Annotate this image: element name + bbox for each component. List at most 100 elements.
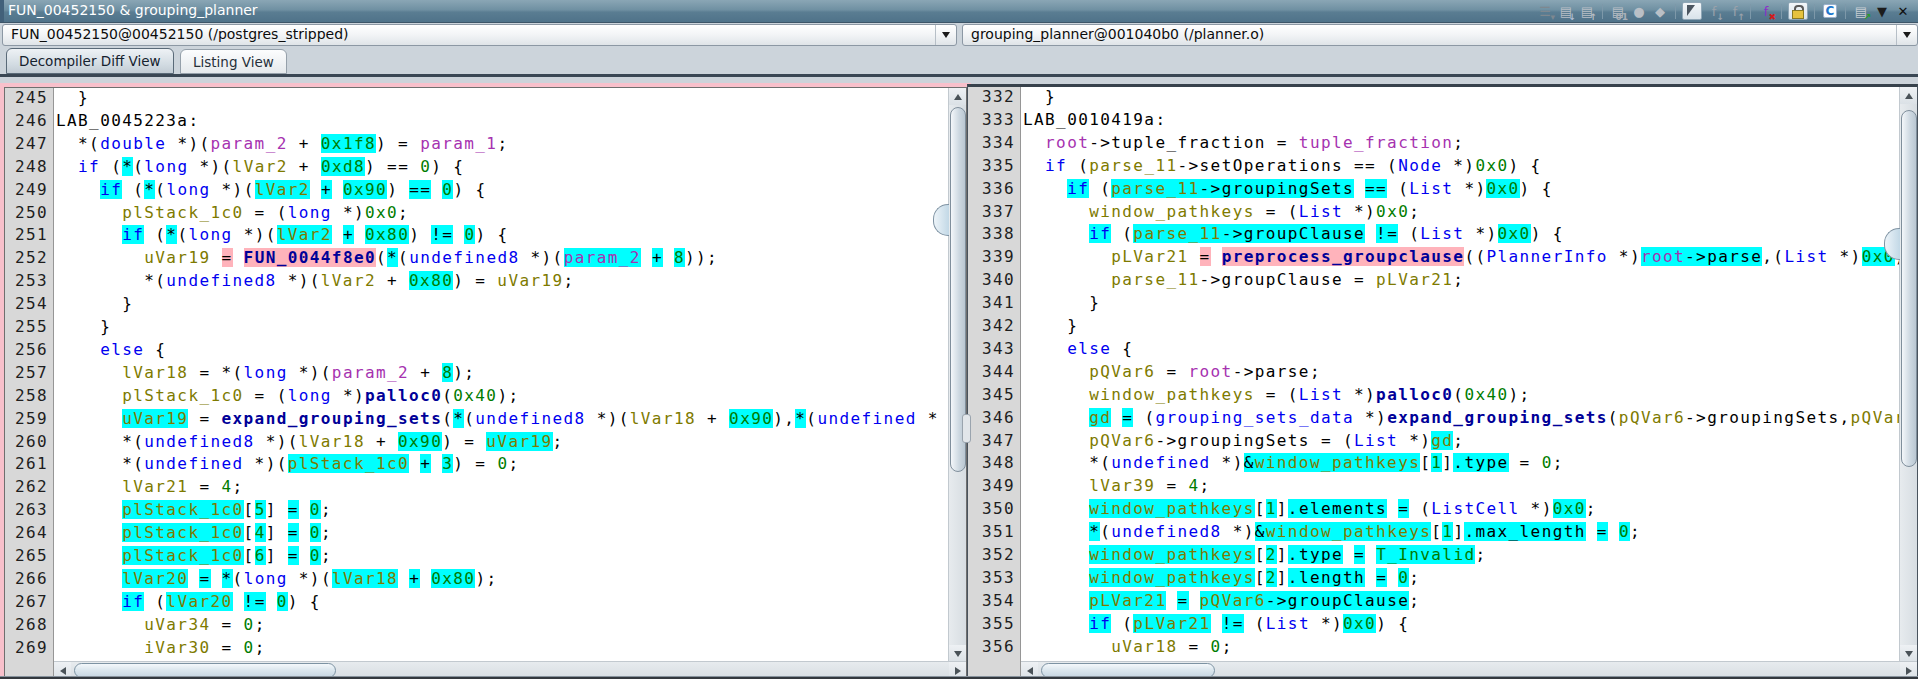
vertical-scrollbar-thumb[interactable]	[1901, 110, 1917, 467]
code-line[interactable]: window_pathkeys[1].elements = (ListCell …	[1023, 497, 1597, 520]
code-line[interactable]: if (*(long *)(lVar2 + 0x90) == 0) {	[56, 178, 486, 201]
vertical-scrollbar[interactable]	[1899, 87, 1917, 662]
code-line[interactable]: root->tuple_fraction = tuple_fraction;	[1023, 131, 1464, 154]
code-line[interactable]: if (lVar20 != 0) {	[56, 590, 321, 613]
code-line[interactable]: if (*(long *)(lVar2 + 0x80) != 0) {	[56, 223, 509, 246]
cursor-tool-icon[interactable]	[1682, 2, 1702, 20]
line-number: 250	[15, 201, 48, 224]
code-line[interactable]: *(undefined *)(plStack_1c0 + 3) = 0;	[56, 452, 520, 475]
chevron-down-icon[interactable]	[1896, 25, 1917, 45]
code-line[interactable]: if (pLVar21 != (List *)0x0) {	[1023, 612, 1409, 635]
function-up-icon[interactable]: f↑	[1726, 2, 1744, 20]
line-number: 333	[982, 108, 1015, 131]
code-line[interactable]: }	[1023, 314, 1078, 337]
code-line[interactable]: plStack_1c0[4] = 0;	[56, 521, 332, 544]
lock-icon[interactable]	[1788, 2, 1808, 20]
code-line[interactable]: else {	[56, 338, 166, 361]
code-line[interactable]: LAB_0045223a:	[56, 109, 199, 132]
line-number: 332	[982, 87, 1015, 108]
code-line[interactable]: if (*(long *)(lVar2 + 0xd8) == 0) {	[56, 155, 464, 178]
code-line[interactable]: plStack_1c0 = (long *)palloc0(0x40);	[56, 384, 519, 407]
code-line[interactable]: lVar18 = *(long *)(param_2 + 8);	[56, 361, 475, 384]
line-number: 262	[15, 475, 48, 498]
code-line[interactable]: if (parse_11->setOperations == (Node *)0…	[1023, 154, 1542, 177]
line-number: 247	[15, 132, 48, 155]
chevron-down-icon[interactable]	[935, 25, 956, 45]
code-line[interactable]: window_pathkeys[2].type = T_Invalid;	[1023, 543, 1487, 566]
code-line[interactable]: }	[56, 292, 133, 315]
code-line[interactable]: lVar20 = *(long *)(lVar18 + 0x80);	[56, 567, 497, 590]
code-line[interactable]: plStack_1c0[6] = 0;	[56, 544, 332, 567]
tab-decompiler-diff-view[interactable]: Decompiler Diff View	[6, 48, 174, 74]
line-number: 249	[15, 178, 48, 201]
scroll-up-button[interactable]	[949, 88, 966, 105]
code-line[interactable]: }	[1023, 87, 1056, 108]
code-line[interactable]: LAB_0010419a:	[1023, 108, 1166, 131]
code-line[interactable]: gd = (grouping_sets_data *)expand_groupi…	[1023, 406, 1900, 429]
code-area-destination[interactable]: }LAB_0010419a: root->tuple_fraction = tu…	[1021, 87, 1900, 662]
code-line[interactable]: window_pathkeys = (List *)palloc0(0x40);	[1023, 383, 1531, 406]
code-line[interactable]: pQVar6 = root->parse;	[1023, 360, 1321, 383]
toolbar-separator	[1814, 4, 1815, 19]
circle-icon[interactable]: ●	[1630, 2, 1648, 20]
line-number: 265	[15, 544, 48, 567]
code-line[interactable]: iVar30 = 0;	[56, 636, 266, 659]
line-number: 261	[15, 452, 48, 475]
line-number: 246	[15, 109, 48, 132]
code-line[interactable]: parse_11->groupClause = pLVar21;	[1023, 268, 1464, 291]
code-line[interactable]: *(undefined8 *)(lVar18 + 0x90) = uVar19;	[56, 430, 564, 453]
line-number: 255	[15, 315, 48, 338]
menu-list-icon[interactable]: ☰▾	[1536, 2, 1554, 20]
code-line[interactable]: }	[56, 88, 89, 109]
split-divider-handle[interactable]	[962, 414, 971, 443]
code-line[interactable]: *(undefined *)&window_pathkeys[1].type =…	[1023, 451, 1564, 474]
line-number: 338	[982, 222, 1015, 245]
close-icon[interactable]: ✕	[1894, 2, 1912, 20]
code-line[interactable]: if (parse_11->groupClause != (List *)0x0…	[1023, 222, 1564, 245]
code-line[interactable]: lVar21 = 4;	[56, 475, 244, 498]
line-number: 348	[982, 451, 1015, 474]
code-line[interactable]: plStack_1c0 = (long *)0x0;	[56, 201, 409, 224]
code-line[interactable]: lVar39 = 4;	[1023, 474, 1211, 497]
line-number: 343	[982, 337, 1015, 360]
scroll-down-button[interactable]	[1900, 645, 1917, 662]
line-number: 334	[982, 131, 1015, 154]
code-line[interactable]: if (parse_11->groupingSets == (List *)0x…	[1023, 177, 1553, 200]
code-line[interactable]: uVar19 = FUN_0044f8e0(*(undefined8 *)(pa…	[56, 246, 718, 269]
code-line[interactable]: uVar18 = 0;	[1023, 635, 1233, 658]
function-down-icon[interactable]: f↓	[1705, 2, 1723, 20]
code-line[interactable]: else {	[1023, 337, 1133, 360]
scroll-down-button[interactable]	[949, 645, 966, 662]
code-line[interactable]: }	[56, 315, 111, 338]
comment-icon[interactable]: C	[1821, 2, 1839, 20]
code-line[interactable]: pLVar21 = pQVar6->groupClause;	[1023, 589, 1420, 612]
line-number: 268	[15, 613, 48, 636]
code-line[interactable]: *(undefined8 *)(lVar2 + 0x80) = uVar19;	[56, 269, 575, 292]
code-line[interactable]: *(undefined8 *)&window_pathkeys[1].max_l…	[1023, 520, 1641, 543]
tab-listing-view[interactable]: Listing View	[180, 49, 287, 74]
code-line[interactable]: uVar19 = expand_grouping_sets(*(undefine…	[56, 407, 939, 430]
scroll-up-button[interactable]	[1900, 87, 1917, 104]
code-line[interactable]: window_pathkeys = (List *)0x0;	[1023, 200, 1420, 223]
code-line[interactable]: uVar34 = 0;	[56, 613, 266, 636]
code-line[interactable]: *(double *)(param_2 + 0x1f8) = param_1;	[56, 132, 508, 155]
code-line[interactable]: window_pathkeys[2].length = 0;	[1023, 566, 1420, 589]
code-line[interactable]: pLVar21 = preprocess_groupclause((Planne…	[1023, 245, 1900, 268]
doc-pull-icon[interactable]: ▤↓	[1557, 2, 1575, 20]
code-line[interactable]: pQVar6->groupingSets = (List *)gd;	[1023, 429, 1464, 452]
line-number: 259	[15, 407, 48, 430]
line-number: 341	[982, 291, 1015, 314]
binary-doc-icon[interactable]: ▤01	[1609, 2, 1627, 20]
destination-function-combo[interactable]: grouping_planner@001040b0 (/planner.o)	[962, 24, 1918, 46]
dropdown-arrow-icon[interactable]: ▼	[1873, 2, 1891, 20]
diamond-icon[interactable]: ◆	[1651, 2, 1669, 20]
source-function-combo[interactable]: FUN_00452150@00452150 (/postgres_strippe…	[2, 24, 957, 46]
doc-push-icon[interactable]: ▤↑	[1578, 2, 1596, 20]
snapshot-icon[interactable]: ▤↗	[1852, 2, 1870, 20]
function-delete-icon[interactable]: f✖	[1757, 2, 1775, 20]
code-line[interactable]: plStack_1c0[5] = 0;	[56, 498, 332, 521]
vertical-scrollbar[interactable]	[948, 88, 966, 662]
line-number: 335	[982, 154, 1015, 177]
code-line[interactable]: }	[1023, 291, 1100, 314]
code-area-source[interactable]: }LAB_0045223a: *(double *)(param_2 + 0x1…	[54, 88, 949, 662]
